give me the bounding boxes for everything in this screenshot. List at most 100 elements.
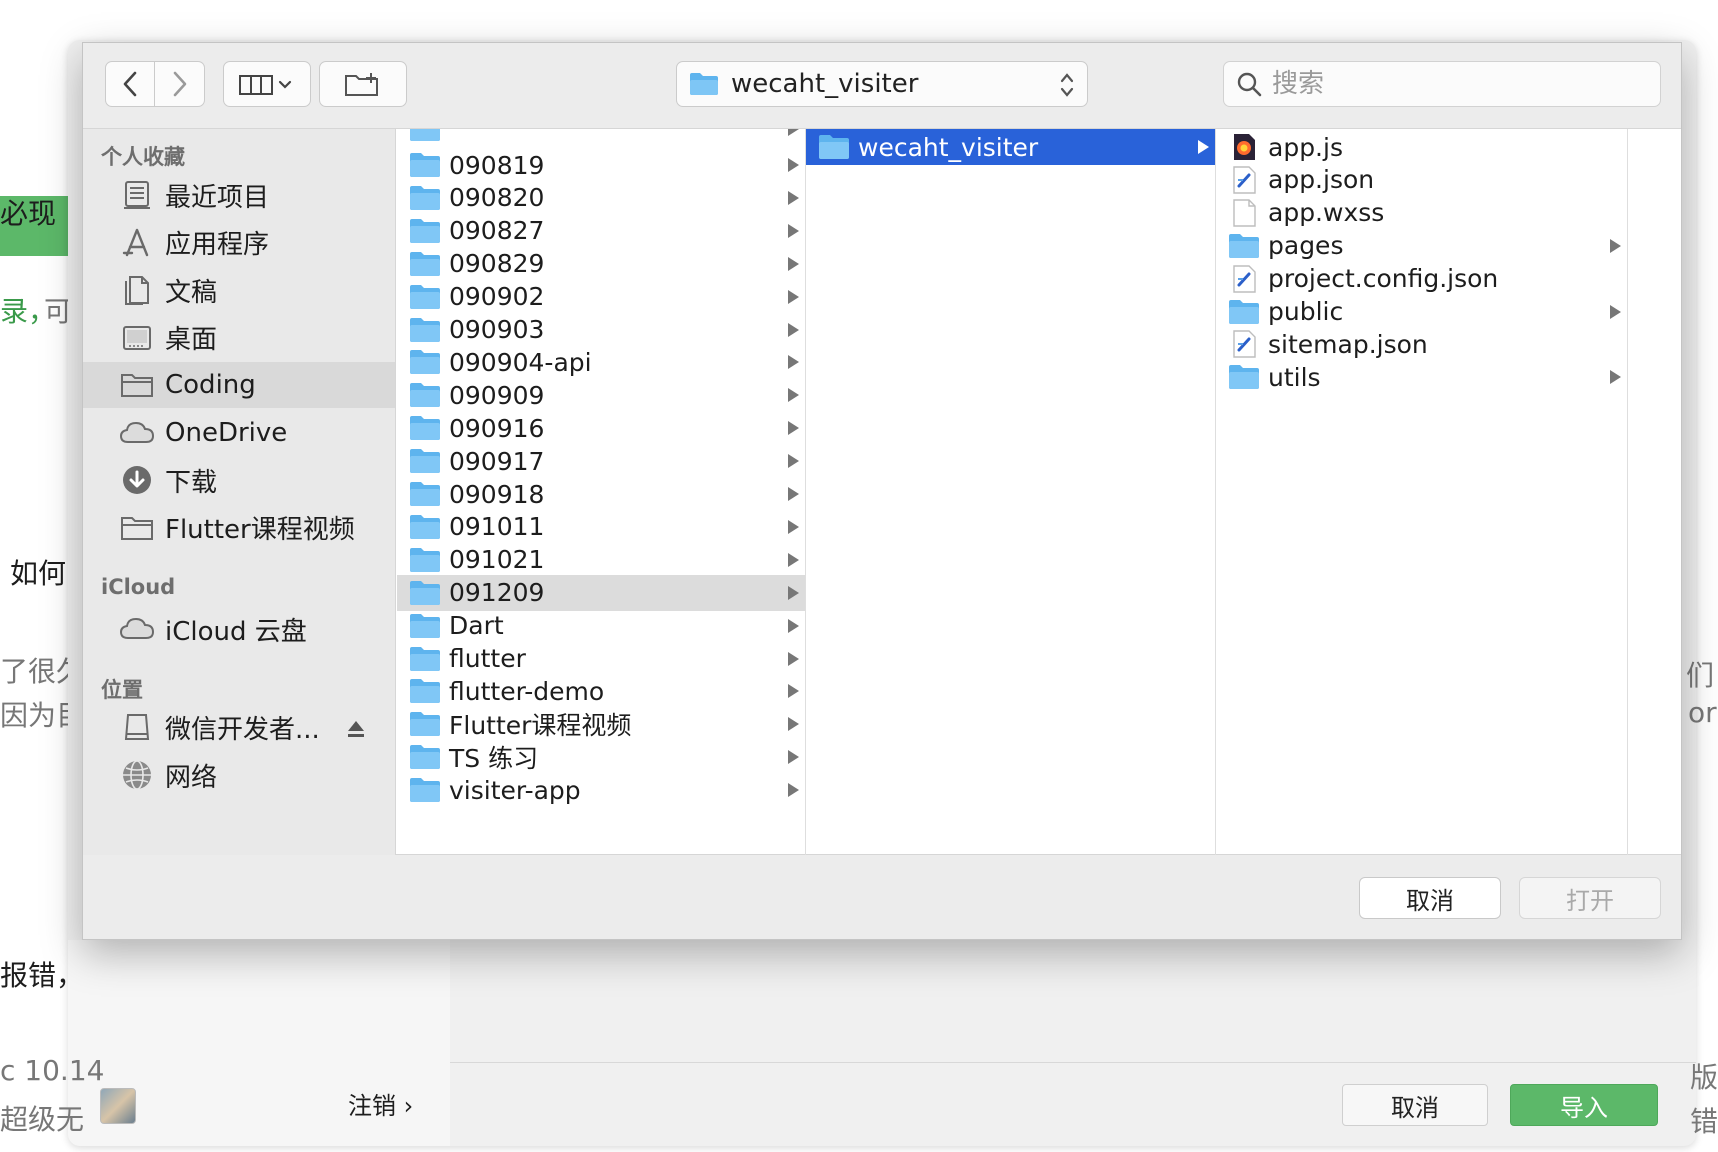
sidebar-item-locations-0[interactable]: 微信开发者... <box>83 704 395 750</box>
column-view-icon <box>239 75 292 95</box>
dialog-footer: 取消 打开 <box>83 855 1681 939</box>
file-row[interactable]: app.js <box>1216 129 1627 165</box>
folder-row[interactable]: 090902 <box>397 279 805 315</box>
item-name: Flutter课程视频 <box>449 711 632 741</box>
sidebar-item-locations-1[interactable]: 网络 <box>83 752 395 798</box>
file-row[interactable]: app.wxss <box>1216 195 1627 231</box>
cancel-button[interactable]: 取消 <box>1359 877 1501 919</box>
disclosure-arrow-icon <box>788 256 799 271</box>
folder-row[interactable]: 091021 <box>397 542 805 578</box>
folder-icon <box>409 283 441 311</box>
disclosure-arrow-icon <box>788 322 799 337</box>
folder-row[interactable]: wecaht_visiter <box>806 129 1215 165</box>
documents-icon <box>119 272 155 308</box>
background-text: 报错， <box>0 959 85 992</box>
item-name: app.js <box>1268 132 1343 162</box>
folder-row[interactable]: visiter-app <box>397 772 805 808</box>
network-icon <box>119 757 155 793</box>
folder-row[interactable]: utils <box>1216 359 1627 395</box>
item-name: app.wxss <box>1268 198 1385 228</box>
open-button[interactable]: 打开 <box>1519 877 1661 919</box>
background-text: or <box>1688 696 1717 729</box>
avatar[interactable] <box>100 1088 136 1124</box>
folder-row[interactable] <box>397 129 805 147</box>
file-row[interactable]: project.config.json <box>1216 261 1627 297</box>
folder-row[interactable]: pages <box>1216 228 1627 264</box>
folder-row[interactable]: 090917 <box>397 443 805 479</box>
dialog-toolbar: wecaht_visiter <box>83 43 1681 128</box>
search-input[interactable] <box>1272 69 1652 99</box>
back-button[interactable] <box>105 61 155 107</box>
folder-row[interactable]: 091011 <box>397 509 805 545</box>
forward-button[interactable] <box>155 61 205 107</box>
eject-icon[interactable] <box>346 716 366 746</box>
folder-row[interactable]: flutter-demo <box>397 673 805 709</box>
import-button[interactable]: 导入 <box>1510 1084 1658 1126</box>
sidebar-item-favorites-6[interactable]: 下载 <box>83 457 395 503</box>
item-name: 090916 <box>449 413 545 443</box>
item-name: sitemap.json <box>1268 329 1428 359</box>
file-row[interactable]: sitemap.json <box>1216 326 1627 362</box>
folder-row[interactable]: TS 练习 <box>397 739 805 775</box>
file-row[interactable]: app.json <box>1216 162 1627 198</box>
folder-icon <box>409 414 441 442</box>
desktop-icon <box>119 320 155 356</box>
sidebar-item-favorites-3[interactable]: 桌面 <box>83 315 395 361</box>
folder-row[interactable]: Dart <box>397 608 805 644</box>
item-name: wecaht_visiter <box>858 132 1039 162</box>
sidebar-item-favorites-1[interactable]: 应用程序 <box>83 220 395 266</box>
cloud-icon <box>119 415 155 451</box>
path-popup[interactable]: wecaht_visiter <box>676 61 1088 107</box>
sidebar-item-favorites-4[interactable]: Coding <box>83 362 395 408</box>
folder-icon <box>119 510 155 546</box>
folder-icon <box>409 612 441 640</box>
disclosure-arrow-icon <box>788 651 799 666</box>
new-folder-button[interactable] <box>319 61 407 107</box>
folder-row[interactable]: 090909 <box>397 377 805 413</box>
folder-row[interactable]: flutter <box>397 641 805 677</box>
sidebar-item-favorites-5[interactable]: OneDrive <box>83 410 395 456</box>
view-mode-button[interactable] <box>223 61 311 107</box>
folder-icon <box>119 367 155 403</box>
column-091209: wecaht_visiter <box>806 129 1216 856</box>
item-name: app.json <box>1268 165 1375 195</box>
sidebar-item-label: 最近项目 <box>165 182 270 213</box>
item-name: project.config.json <box>1268 264 1499 294</box>
folder-row[interactable]: 090916 <box>397 410 805 446</box>
folder-row[interactable]: 090827 <box>397 213 805 249</box>
empty-column <box>1628 129 1681 856</box>
folder-row[interactable]: 090918 <box>397 476 805 512</box>
item-name: 090917 <box>449 446 545 476</box>
logout-link[interactable]: 注销 › <box>348 1086 413 1121</box>
sidebar-item-label: 桌面 <box>165 325 218 355</box>
disclosure-arrow-icon <box>788 750 799 765</box>
sidebar-item-label: 文稿 <box>165 277 218 308</box>
json-file-icon <box>1228 166 1260 194</box>
open-file-dialog: wecaht_visiter 个人收藏 iCloud 位置 最近项目应用程序文稿… <box>82 42 1682 940</box>
folder-row[interactable]: 090819 <box>397 147 805 183</box>
search-icon <box>1237 72 1262 97</box>
cloud-icon <box>119 611 155 647</box>
item-name: 090827 <box>449 216 545 246</box>
folder-icon <box>409 217 441 245</box>
sidebar-item-favorites-7[interactable]: Flutter课程视频 <box>83 505 395 551</box>
background-cancel-button[interactable]: 取消 <box>1342 1084 1488 1126</box>
sidebar-item-icloud-0[interactable]: iCloud 云盘 <box>83 606 395 652</box>
folder-row[interactable]: 090904-api <box>397 344 805 380</box>
folder-icon <box>409 513 441 541</box>
folder-row[interactable]: 090829 <box>397 246 805 282</box>
folder-row[interactable]: 090903 <box>397 312 805 348</box>
sidebar-item-favorites-0[interactable]: 最近项目 <box>83 172 395 218</box>
item-name: public <box>1268 297 1344 326</box>
folder-row[interactable]: public <box>1216 294 1627 330</box>
search-field[interactable] <box>1223 61 1661 107</box>
disclosure-arrow-icon <box>788 552 799 567</box>
disclosure-arrow-icon <box>788 487 799 501</box>
folder-row[interactable]: Flutter课程视频 <box>397 706 805 742</box>
chevron-right-icon: › <box>403 1092 414 1120</box>
sidebar-item-label: 下载 <box>165 467 218 498</box>
sidebar-item-favorites-2[interactable]: 文稿 <box>83 267 395 313</box>
column-coding: 090819 090820 090827 090829 090902 090903 0909… <box>397 129 806 856</box>
folder-row[interactable]: 090820 <box>397 180 805 216</box>
folder-row[interactable]: 091209 <box>397 574 805 611</box>
